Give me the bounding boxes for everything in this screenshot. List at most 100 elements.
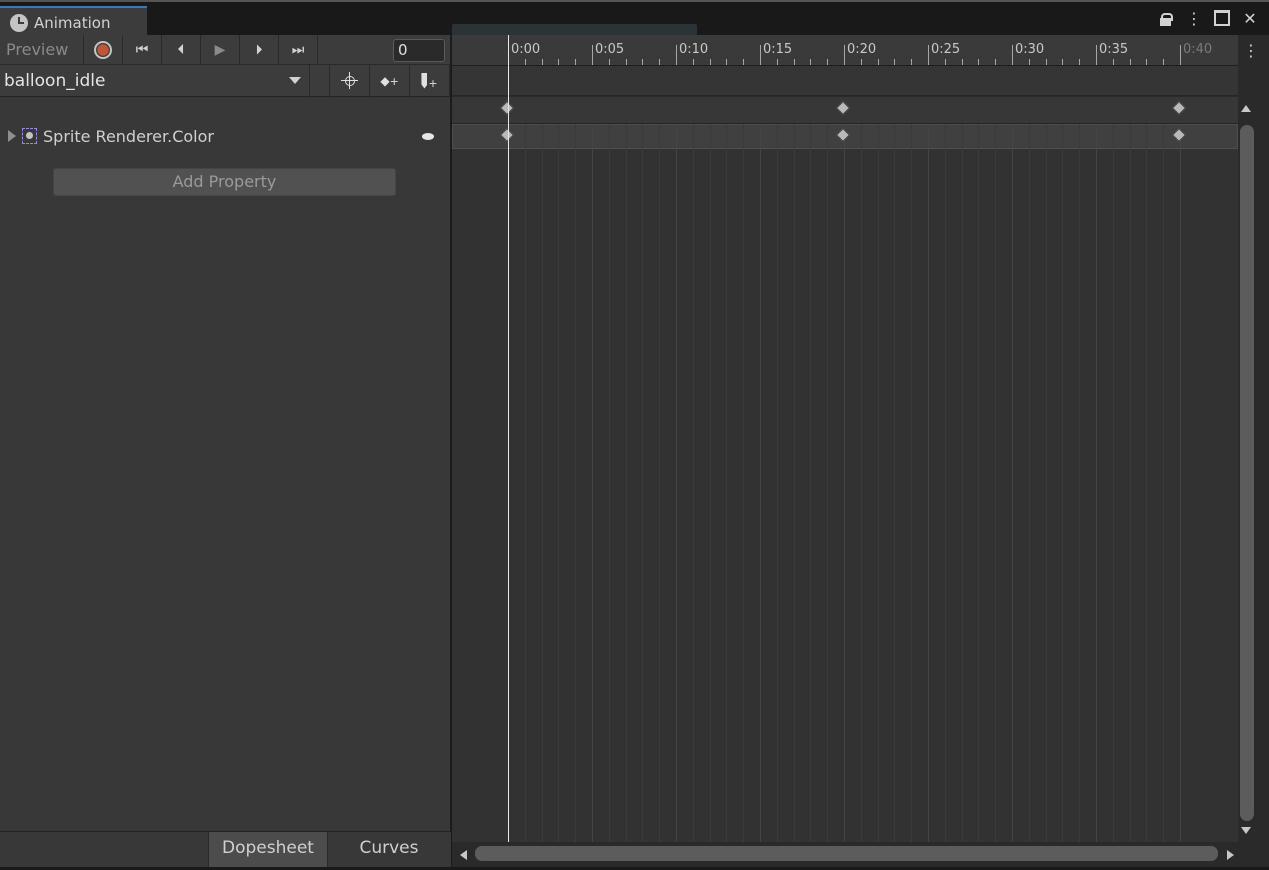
horizontal-scrollbar[interactable] [452,842,1238,867]
ruler-major-tick [1012,45,1013,65]
minor-gridline [625,124,627,842]
events-row[interactable] [452,66,1238,96]
ruler-minor-tick [961,59,963,65]
minor-gridline [793,124,795,842]
scroll-left-icon[interactable] [460,850,467,860]
major-gridline [844,124,845,842]
property-row[interactable]: Sprite Renderer.Color [0,124,451,148]
tick-label: 0:05 [595,42,625,57]
minor-gridline [608,124,610,842]
crosshair-icon [340,71,358,89]
tick-label: 0:10 [679,42,709,57]
dopesheet-timeline[interactable]: 0:00 0:05 0:10 0:15 0:20 0:25 0:30 0:35 0:40 ⋮ [452,35,1269,867]
play-button[interactable]: ▶ [201,34,240,65]
major-gridline [1012,124,1013,842]
scroll-down-icon[interactable] [1241,827,1251,834]
lock-icon[interactable] [1157,10,1175,30]
clip-spacer [310,64,331,97]
ruler-minor-tick [1028,59,1030,65]
minor-gridline [709,124,711,842]
more-options-icon[interactable]: ⋮ [1185,10,1203,30]
last-keyframe-button[interactable]: ⏭ [279,34,318,65]
next-keyframe-icon: ⏵ [255,41,263,58]
add-keyframe-icon: ◆+ [380,73,399,88]
record-button[interactable] [84,34,123,65]
add-property-button[interactable]: Add Property [53,168,396,196]
minor-gridline [961,124,963,842]
minor-gridline [978,124,980,842]
playback-controls: Preview ⏮ ⏴ ▶ ⏵ ⏭ 0 [0,34,450,65]
property-options-icon[interactable] [422,133,434,140]
horizontal-scroll-thumb[interactable] [475,846,1218,861]
ruler-minor-tick [860,59,862,65]
maximize-icon[interactable] [1213,10,1231,30]
ruler-major-tick [844,45,845,65]
tick-label: 0:25 [931,42,961,57]
ruler-major-tick [1180,45,1181,65]
ruler-major-tick [1096,45,1097,65]
ruler-minor-tick [944,59,946,65]
major-gridline [1096,124,1097,842]
next-keyframe-button[interactable]: ⏵ [240,34,279,65]
clock-icon [10,13,28,32]
previous-keyframe-button[interactable]: ⏴ [162,34,201,65]
tab-animation[interactable]: Animation [0,6,147,37]
ruler-minor-tick [978,59,980,65]
tab-curves[interactable]: Curves [328,832,450,867]
scroll-up-icon[interactable] [1241,105,1251,112]
minor-gridline [1163,124,1165,842]
minor-gridline [1146,124,1148,842]
vertical-scroll-thumb[interactable] [1240,125,1254,821]
add-keyframe-button[interactable]: ◆+ [370,64,411,97]
clip-dropdown[interactable]: balloon_idle [0,64,311,97]
ruler-major-tick [592,45,593,65]
filter-by-selection-button[interactable] [330,64,371,97]
minor-gridline [524,124,526,842]
minor-gridline [642,124,644,842]
ruler-minor-tick [1045,59,1047,65]
ruler-minor-tick [541,59,543,65]
minor-gridline [894,124,896,842]
ruler-minor-tick [995,59,997,65]
minor-gridline [692,124,694,842]
ruler-minor-tick [1129,59,1131,65]
playhead[interactable] [508,35,509,843]
tick-label: 0:35 [1099,42,1129,57]
property-label: Sprite Renderer.Color [43,126,214,146]
ruler-minor-tick [575,59,577,65]
preview-button[interactable]: Preview [0,34,84,65]
clip-row: balloon_idle ◆+ + [0,64,450,97]
minor-gridline [1028,124,1030,842]
minor-gridline [659,124,661,842]
scroll-right-icon[interactable] [1227,850,1234,860]
add-event-button[interactable]: + [410,64,450,97]
sprite-renderer-icon [22,128,37,144]
hierarchy-panel: Preview ⏮ ⏴ ▶ ⏵ ⏭ 0 balloon_idle ◆+ + Sp… [0,34,451,867]
play-icon: ▶ [214,41,226,58]
ruler-major-tick [760,45,761,65]
tick-label: 0:20 [847,42,877,57]
frame-field[interactable]: 0 [393,39,445,62]
timeline-menu-icon[interactable]: ⋮ [1243,41,1259,60]
minor-gridline [911,124,913,842]
close-icon[interactable]: ✕ [1241,10,1259,30]
skip-to-start-icon: ⏮ [135,41,149,58]
major-gridline [928,124,929,842]
minor-gridline [541,124,543,842]
ruler-minor-tick [1079,59,1081,65]
chevron-down-icon [289,77,302,84]
ruler-minor-tick [911,59,913,65]
clip-name: balloon_idle [4,70,106,91]
minor-gridline [1079,124,1081,842]
track-area[interactable] [452,149,1238,842]
tab-dopesheet[interactable]: Dopesheet [208,832,328,867]
ruler-minor-tick [558,59,560,65]
time-ruler[interactable]: 0:00 0:05 0:10 0:15 0:20 0:25 0:30 0:35 0:40 [452,35,1238,66]
add-event-icon: + [421,72,438,89]
minor-gridline [1062,124,1064,842]
expand-arrow-icon[interactable] [8,130,16,142]
vertical-scrollbar[interactable] [1238,97,1254,842]
ruler-minor-tick [877,59,879,65]
first-keyframe-button[interactable]: ⏮ [123,34,162,65]
minor-gridline [743,124,745,842]
